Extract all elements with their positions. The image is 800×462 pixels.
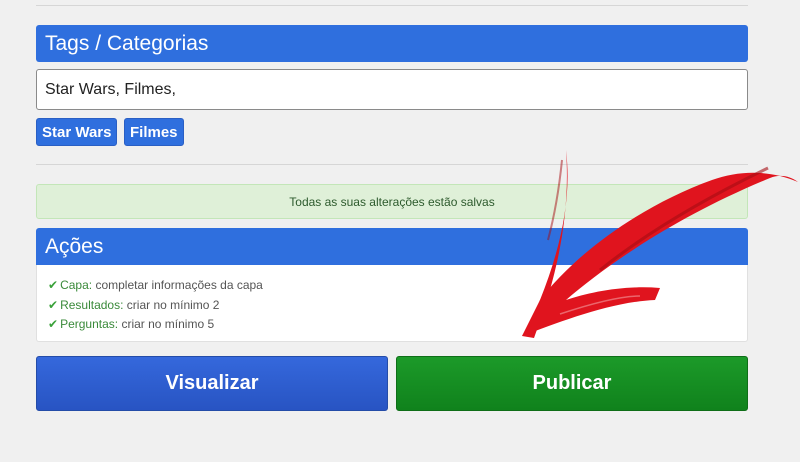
saved-status-alert: Todas as suas alterações estão salvas [36, 184, 748, 219]
acoes-item-value: criar no mínimo 2 [126, 297, 220, 312]
acoes-list: ✔ Capa: completar informações da capa ✔ Re… [36, 265, 748, 342]
tag-chip-star-wars[interactable]: Star Wars [36, 118, 118, 146]
visualizar-button[interactable]: Visualizar [36, 356, 388, 411]
acoes-item-perguntas: ✔ Perguntas: criar no mínimo 5 [48, 315, 747, 335]
top-divider [36, 5, 748, 6]
tag-chip-filmes[interactable]: Filmes [124, 118, 184, 146]
acoes-section-header: Ações [36, 228, 748, 265]
check-icon: ✔ [48, 317, 59, 331]
check-icon: ✔ [48, 278, 59, 292]
acoes-item-resultados: ✔ Resultados: criar no mínimo 2 [48, 296, 747, 316]
publicar-button[interactable]: Publicar [396, 356, 748, 411]
acoes-item-key: Resultados: [60, 297, 124, 312]
page: Tags / Categorias Star Wars Filmes Todas… [0, 0, 800, 462]
tags-section-header: Tags / Categorias [36, 25, 748, 62]
tags-input[interactable] [36, 69, 748, 110]
acoes-item-key: Perguntas: [60, 317, 119, 331]
acoes-item-key: Capa: [60, 278, 93, 292]
check-icon: ✔ [48, 297, 59, 312]
acoes-item-value: completar informações da capa [95, 278, 263, 292]
acoes-item-capa: ✔ Capa: completar informações da capa [48, 276, 747, 296]
acoes-item-value: criar no mínimo 5 [121, 317, 215, 331]
middle-divider [36, 164, 748, 165]
